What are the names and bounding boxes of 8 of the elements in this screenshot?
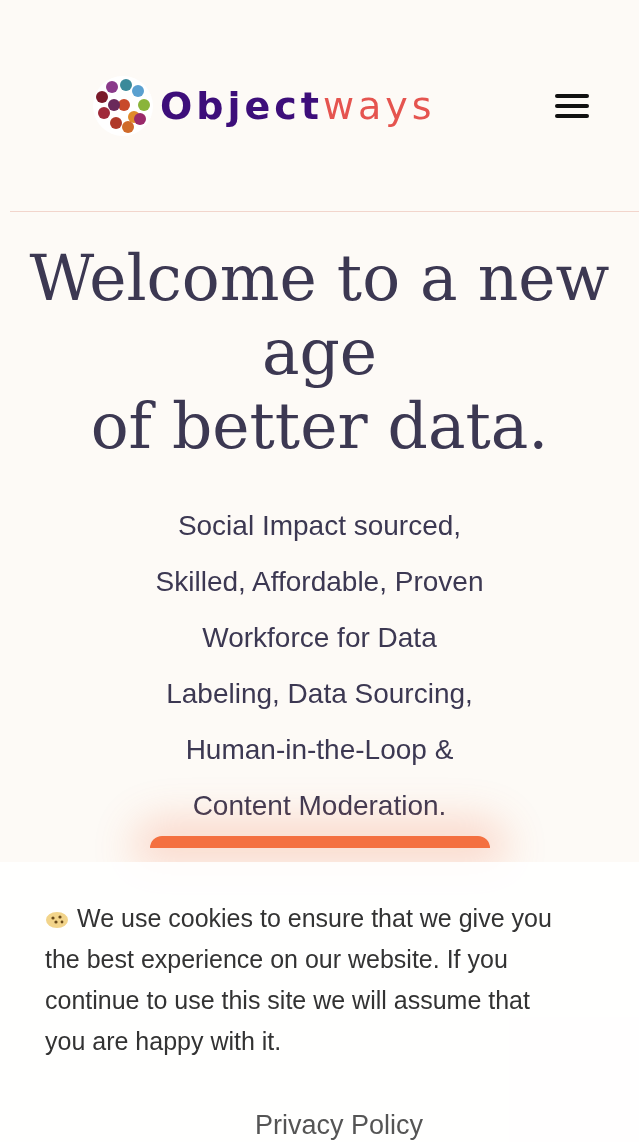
- dotted-globe-icon: [92, 74, 154, 137]
- logo[interactable]: Objectways: [92, 74, 436, 137]
- hero-subtitle: Social Impact sourced, Skilled, Affordable, Proven Workforce for Data Labeling, Data Sourcing, Human-in-the-Loop & Content Moderation.: [154, 509, 485, 823]
- cookie-notice-text: We use cookies to ensure that we give you the best experience on our website. If you continue to use this site we will assume that you are happy with it.: [45, 903, 553, 1057]
- privacy-policy-link[interactable]: Privacy Policy: [255, 1110, 639, 1141]
- logo-wordmark: Objectways: [160, 83, 436, 128]
- cookie-icon: [45, 911, 69, 930]
- hero-heading: Welcome to a new age of better data.: [28, 242, 611, 464]
